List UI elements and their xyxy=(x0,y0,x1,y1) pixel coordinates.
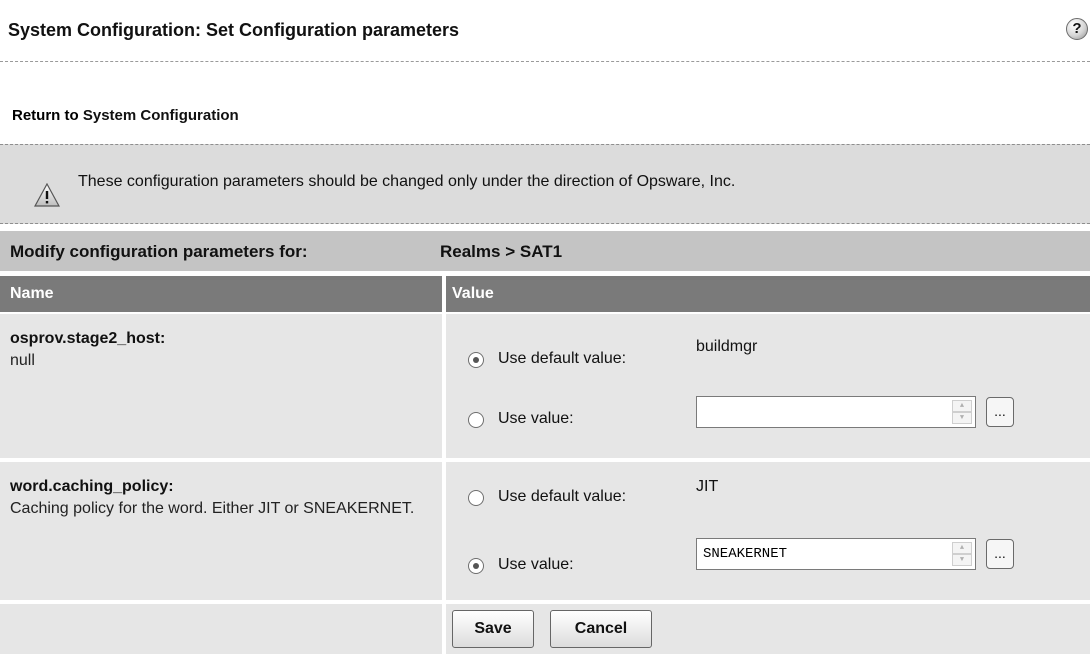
modify-path: Realms > SAT1 xyxy=(440,242,563,261)
default-value: JIT xyxy=(696,478,719,495)
warning-box: These configuration parameters should be… xyxy=(0,144,1090,224)
use-default-radio[interactable] xyxy=(468,352,484,368)
param-description: null xyxy=(10,352,35,369)
spin-up-icon[interactable]: ▲ xyxy=(952,400,972,412)
input-spin-control[interactable]: ▲ ▼ xyxy=(952,542,972,566)
param-description: Caching policy for the word. Either JIT … xyxy=(10,500,415,517)
spin-up-icon[interactable]: ▲ xyxy=(952,542,972,554)
cancel-button[interactable]: Cancel xyxy=(550,610,652,648)
use-value-radio[interactable] xyxy=(468,412,484,428)
default-value: buildmgr xyxy=(696,338,758,355)
value-input[interactable]: SNEAKERNET ▲ ▼ xyxy=(696,538,976,570)
table-row-name-cell: word.caching_policy: Caching policy for … xyxy=(0,462,442,600)
modify-bar: Modify configuration parameters for: Rea… xyxy=(0,231,1090,271)
table-footer-cell xyxy=(0,604,442,654)
page-header: System Configuration: Set Configuration … xyxy=(0,0,1090,62)
use-default-label: Use default value: xyxy=(498,488,627,505)
page-title: System Configuration: Set Configuration … xyxy=(8,20,460,40)
use-value-radio[interactable] xyxy=(468,558,484,574)
table-footer-value-cell: Save Cancel xyxy=(446,604,1090,654)
use-default-radio[interactable] xyxy=(468,490,484,506)
return-to-system-configuration-link[interactable]: System Configuration xyxy=(83,107,239,124)
use-value-label: Use value: xyxy=(498,410,574,427)
return-prefix: Return to xyxy=(12,107,79,124)
browse-button[interactable]: ... xyxy=(986,397,1014,427)
save-button[interactable]: Save xyxy=(452,610,534,648)
warning-icon xyxy=(34,183,60,207)
modify-label: Modify configuration parameters for: xyxy=(10,242,308,261)
param-name: word.caching_policy: xyxy=(10,478,174,495)
column-header-name: Name xyxy=(0,276,442,312)
spin-down-icon[interactable]: ▼ xyxy=(952,554,972,566)
browse-button[interactable]: ... xyxy=(986,539,1014,569)
spin-down-icon[interactable]: ▼ xyxy=(952,412,972,424)
warning-text: These configuration parameters should be… xyxy=(78,173,736,190)
input-spin-control[interactable]: ▲ ▼ xyxy=(952,400,972,424)
table-row-value-cell: Use default value: buildmgr Use value: ▲… xyxy=(446,314,1090,458)
use-value-label: Use value: xyxy=(498,556,574,573)
use-default-label: Use default value: xyxy=(498,350,627,367)
column-header-value: Value xyxy=(446,276,1090,312)
value-input[interactable]: ▲ ▼ xyxy=(696,396,976,428)
help-icon[interactable]: ? xyxy=(1066,18,1088,40)
table-row-name-cell: osprov.stage2_host: null xyxy=(0,314,442,458)
return-line: Return to System Configuration xyxy=(12,107,239,124)
value-input-text: SNEAKERNET xyxy=(703,546,788,562)
table-row-value-cell: Use default value: JIT Use value: SNEAKE… xyxy=(446,462,1090,600)
param-name: osprov.stage2_host: xyxy=(10,330,166,347)
